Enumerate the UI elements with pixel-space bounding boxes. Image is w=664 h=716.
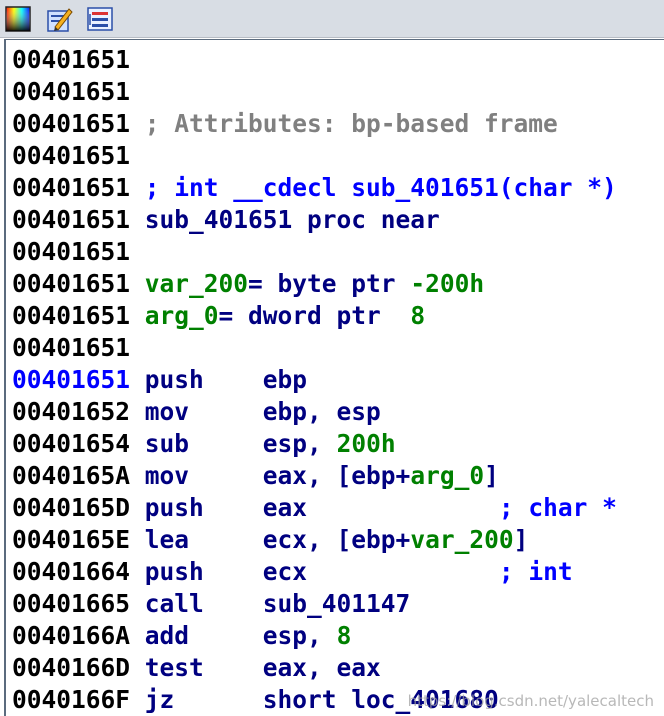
variable-name: arg_0 bbox=[410, 461, 485, 490]
instruction-mnemonic: push bbox=[144, 365, 263, 394]
operand-text: eax bbox=[262, 493, 499, 522]
address-label: 00401652 bbox=[12, 397, 131, 426]
code-line[interactable]: 00401651 bbox=[12, 140, 130, 172]
code-line[interactable]: 00401652 mov ebp, esp bbox=[12, 396, 381, 428]
address-label: 00401651 bbox=[12, 237, 131, 266]
code-line[interactable]: 00401651 ; int __cdecl sub_401651(char *… bbox=[12, 172, 617, 204]
disassembly-listing[interactable]: 00401651 00401651 00401651 ; Attributes: b… bbox=[4, 39, 664, 716]
address-label: 00401651 bbox=[12, 45, 131, 74]
code-line[interactable]: 00401651 bbox=[12, 332, 130, 364]
numeric-value: 8 bbox=[410, 301, 426, 330]
address-label: 0040165E bbox=[12, 525, 131, 554]
operand-text: = byte ptr bbox=[248, 269, 411, 298]
address-label: 0040166A bbox=[12, 621, 131, 650]
code-line[interactable]: 00401651 bbox=[12, 44, 130, 76]
comment-text: ; int bbox=[498, 557, 573, 586]
operand-text: ecx bbox=[262, 557, 499, 586]
code-line[interactable]: 00401665 call sub_401147 bbox=[12, 588, 410, 620]
instruction-mnemonic: add bbox=[144, 621, 263, 650]
instruction-mnemonic: call bbox=[144, 589, 263, 618]
instruction-mnemonic: test bbox=[144, 653, 263, 682]
address-label: 0040166F bbox=[12, 685, 131, 714]
operand-text: esp, bbox=[262, 621, 337, 650]
code-line[interactable]: 00401651 bbox=[12, 76, 130, 108]
code-line[interactable]: 00401651 var_200= byte ptr -200h bbox=[12, 268, 484, 300]
instruction-mnemonic: push bbox=[144, 557, 263, 586]
address-label: 00401665 bbox=[12, 589, 131, 618]
address-label: 00401651 bbox=[12, 109, 131, 138]
address-label: 00401654 bbox=[12, 429, 131, 458]
variable-name: var_200 bbox=[144, 269, 249, 298]
comment-text: ; char * bbox=[498, 493, 617, 522]
code-line[interactable]: 0040165D push eax ; char * bbox=[12, 492, 617, 524]
operand-text: eax, [ebp+ bbox=[262, 461, 411, 490]
instruction-mnemonic: mov bbox=[144, 397, 263, 426]
address-label: 00401651 bbox=[12, 365, 131, 394]
numeric-value: -200h bbox=[410, 269, 485, 298]
address-label: 00401664 bbox=[12, 557, 131, 586]
code-line[interactable]: 0040166D test eax, eax bbox=[12, 652, 381, 684]
edit-icon[interactable] bbox=[45, 5, 73, 33]
operand-text: = dword ptr bbox=[218, 301, 411, 330]
operand-text: ebp bbox=[262, 365, 308, 394]
address-label: 00401651 bbox=[12, 333, 131, 362]
code-line[interactable]: 0040165E lea ecx, [ebp+var_200] bbox=[12, 524, 528, 556]
code-line[interactable]: 00401651 push ebp bbox=[12, 364, 307, 396]
numeric-value: 200h bbox=[336, 429, 396, 458]
numeric-value: 8 bbox=[336, 621, 352, 650]
operand-text: ] bbox=[513, 525, 529, 554]
address-label: 00401651 bbox=[12, 141, 131, 170]
instruction-mnemonic: jz bbox=[144, 685, 263, 714]
operand-text: sub_401147 bbox=[262, 589, 411, 618]
comment-text: ; int __cdecl sub_401651(char *) bbox=[144, 173, 617, 202]
code-line[interactable]: 0040165A mov eax, [ebp+arg_0] bbox=[12, 460, 499, 492]
operand-text: esp, bbox=[262, 429, 337, 458]
operand-text: ecx, [ebp+ bbox=[262, 525, 411, 554]
operand-text: ebp, esp bbox=[262, 397, 381, 426]
graph-view-icon[interactable] bbox=[86, 5, 114, 33]
address-label: 0040166D bbox=[12, 653, 131, 682]
operand-text: eax, eax bbox=[262, 653, 381, 682]
variable-name: arg_0 bbox=[144, 301, 219, 330]
instruction-mnemonic: sub bbox=[144, 429, 263, 458]
address-label: 00401651 bbox=[12, 77, 131, 106]
toolbar bbox=[0, 0, 664, 38]
operand-text: sub_401651 proc near bbox=[144, 205, 440, 234]
address-label: 00401651 bbox=[12, 173, 131, 202]
address-label: 0040165D bbox=[12, 493, 131, 522]
instruction-mnemonic: lea bbox=[144, 525, 263, 554]
code-line[interactable]: 00401654 sub esp, 200h bbox=[12, 428, 396, 460]
code-line[interactable]: 00401651 ; Attributes: bp-based frame bbox=[12, 108, 558, 140]
address-label: 00401651 bbox=[12, 269, 131, 298]
comment-text: ; Attributes: bp-based frame bbox=[144, 109, 558, 138]
address-label: 00401651 bbox=[12, 205, 131, 234]
watermark: https://blog.csdn.net/yalecaltech bbox=[407, 692, 654, 710]
operand-text: ] bbox=[484, 461, 499, 490]
code-line[interactable]: 00401651 arg_0= dword ptr 8 bbox=[12, 300, 425, 332]
code-line[interactable]: 00401651 bbox=[12, 236, 130, 268]
instruction-mnemonic: push bbox=[144, 493, 263, 522]
code-line[interactable]: 00401664 push ecx ; int bbox=[12, 556, 573, 588]
instruction-mnemonic: mov bbox=[144, 461, 263, 490]
code-line[interactable]: 00401651 sub_401651 proc near bbox=[12, 204, 440, 236]
variable-name: var_200 bbox=[410, 525, 514, 554]
address-label: 00401651 bbox=[12, 301, 131, 330]
address-label: 0040165A bbox=[12, 461, 131, 490]
palette-icon[interactable] bbox=[4, 5, 32, 33]
code-line[interactable]: 0040166A add esp, 8 bbox=[12, 620, 351, 652]
